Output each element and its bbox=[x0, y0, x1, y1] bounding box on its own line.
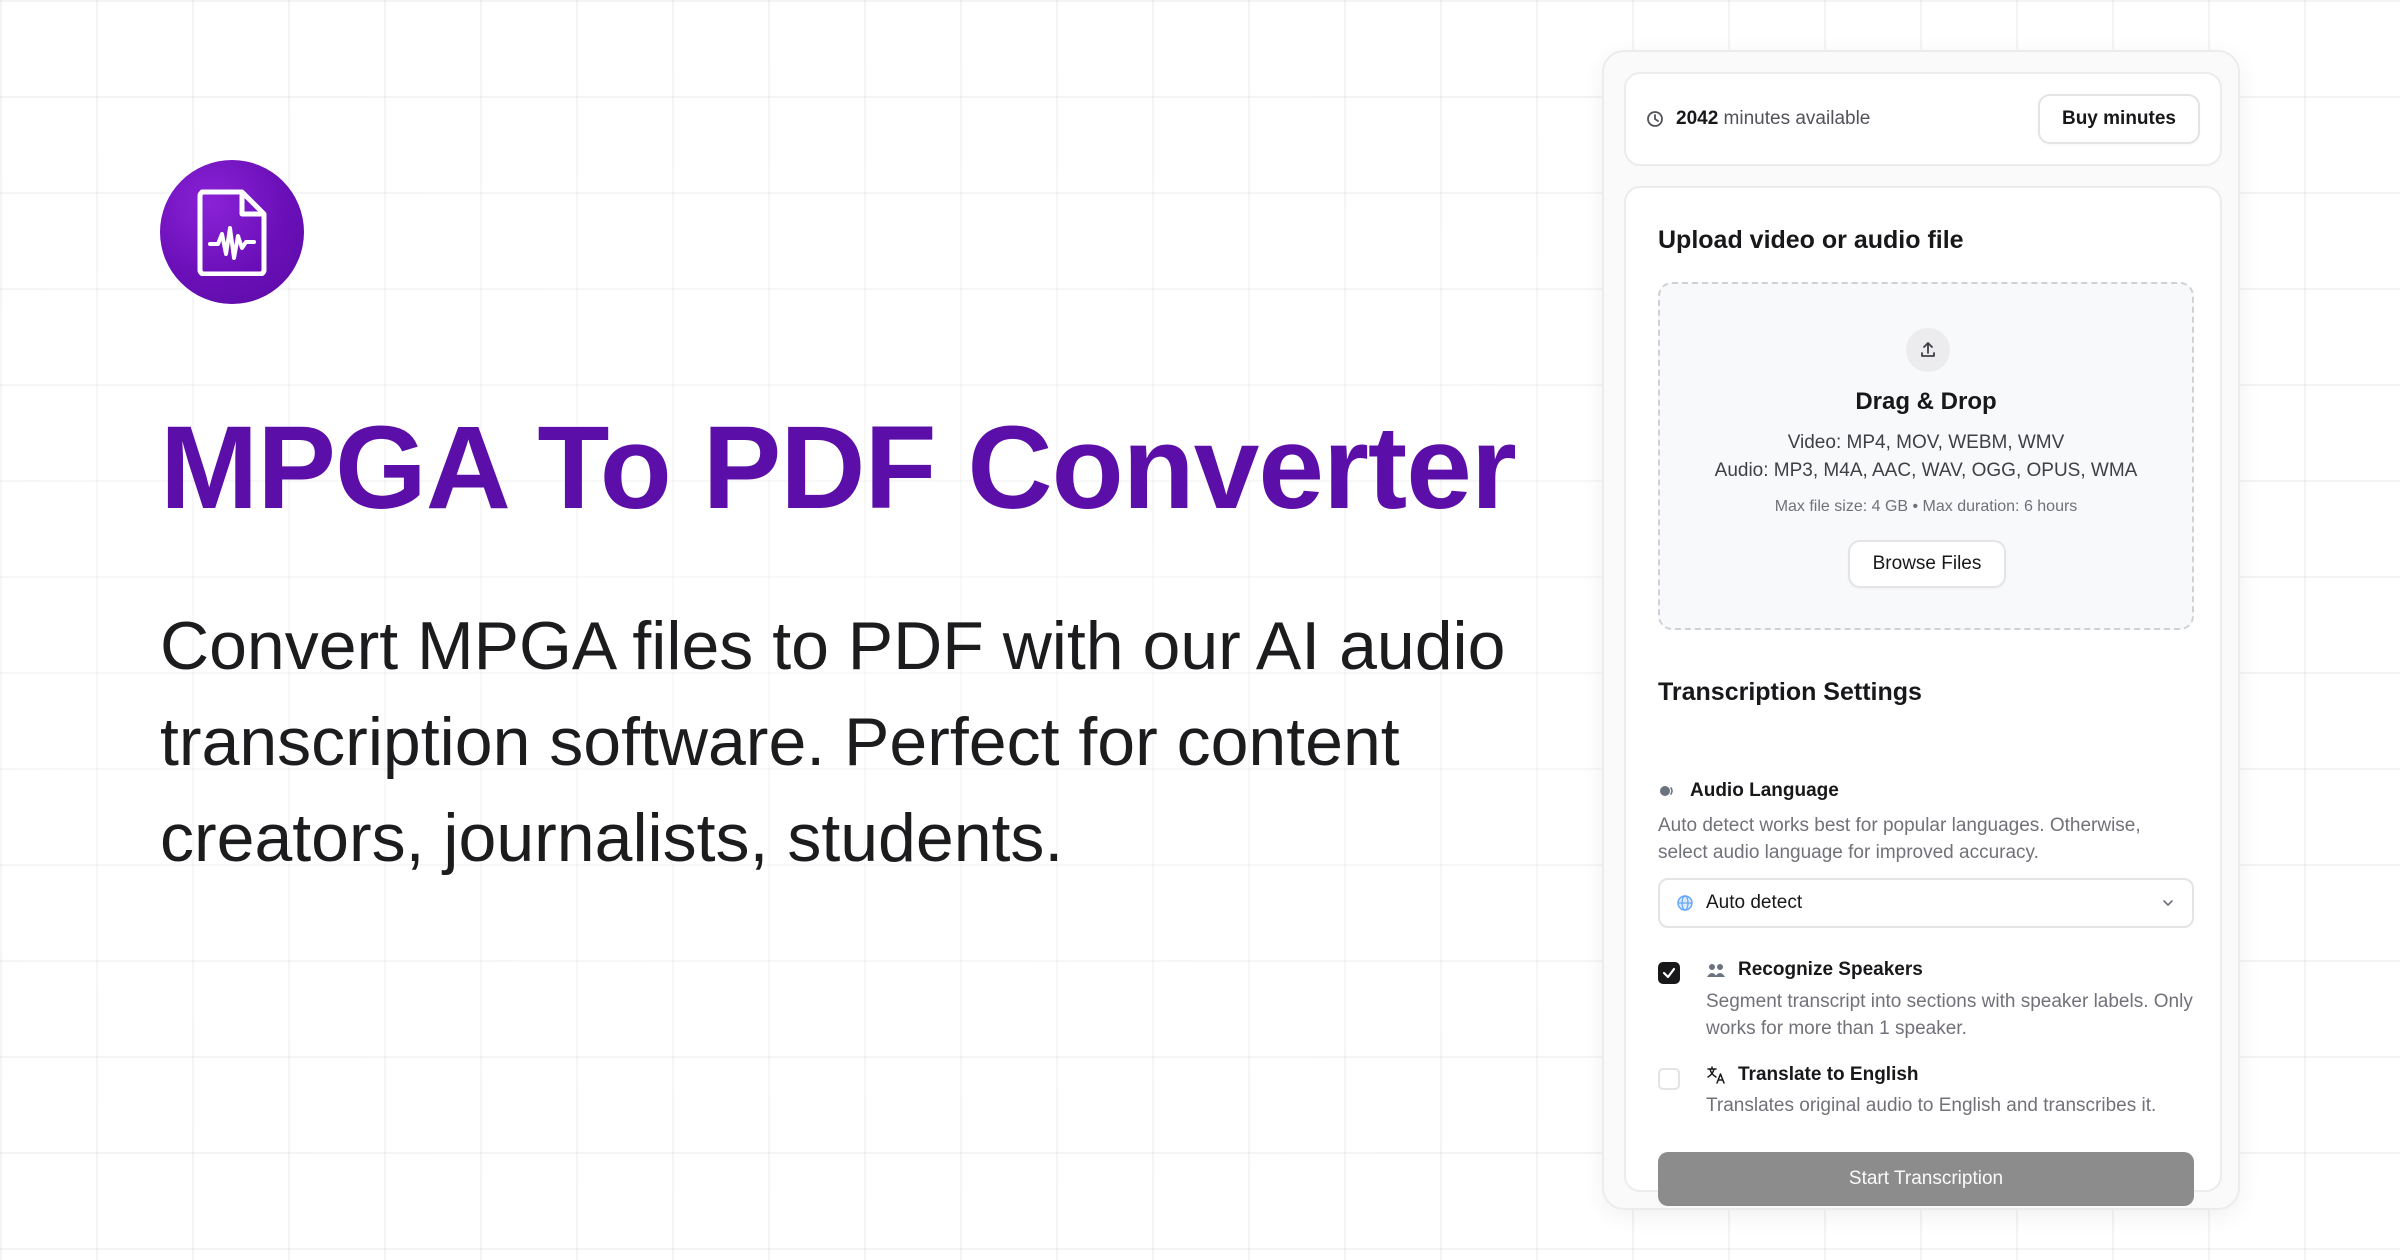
globe-icon bbox=[1677, 895, 1693, 911]
minutes-bar: 2042 minutes available Buy minutes bbox=[1624, 72, 2222, 166]
check-icon bbox=[1662, 967, 1676, 979]
people-icon bbox=[1707, 964, 1725, 977]
recognize-speakers-checkbox[interactable] bbox=[1658, 962, 1680, 984]
upload-title: Upload video or audio file bbox=[1658, 226, 1964, 254]
video-formats: Video: MP4, MOV, WEBM, WMV bbox=[1787, 432, 2065, 453]
translate-english-checkbox[interactable] bbox=[1658, 1068, 1680, 1090]
language-select-value: Auto detect bbox=[1706, 892, 1803, 913]
audio-file-icon bbox=[197, 189, 267, 276]
page-description: Convert MPGA files to PDF with our AI au… bbox=[160, 608, 1506, 876]
upload-icon bbox=[1921, 342, 1935, 357]
settings-title: Transcription Settings bbox=[1658, 678, 1922, 706]
chevron-down-icon bbox=[2163, 900, 2173, 906]
upload-icon-wrap bbox=[1906, 328, 1950, 372]
buy-minutes-button[interactable]: Buy minutes bbox=[2037, 94, 2200, 144]
speaking-head-icon bbox=[1660, 786, 1673, 796]
minutes-available: 2042 minutes available bbox=[1646, 108, 1870, 130]
clock-icon bbox=[1647, 111, 1663, 127]
minutes-count: 2042 bbox=[1676, 108, 1719, 129]
upload-limits: Max file size: 4 GB • Max duration: 6 ho… bbox=[1774, 498, 2078, 515]
audio-language-label: Audio Language bbox=[1658, 780, 1839, 802]
browse-files-button[interactable]: Browse Files bbox=[1848, 540, 2006, 588]
audio-language-help: Auto detect works best for popular langu… bbox=[1658, 815, 2141, 863]
audio-formats: Audio: MP3, M4A, AAC, WAV, OGG, OPUS, WM… bbox=[1714, 460, 2138, 481]
translate-english-text: Translate to English bbox=[1738, 1064, 1919, 1085]
recognize-speakers-label: Recognize Speakers bbox=[1706, 959, 1923, 981]
minutes-suffix: minutes available bbox=[1718, 108, 1871, 129]
language-select[interactable]: Auto detect bbox=[1658, 878, 2194, 928]
drop-title: Drag & Drop bbox=[1855, 388, 1997, 415]
page-title: MPGA To PDF Converter bbox=[160, 402, 1517, 534]
start-transcription-button[interactable]: Start Transcription bbox=[1658, 1152, 2194, 1206]
transcription-panel: 2042 minutes available Buy minutes Uploa… bbox=[1602, 50, 2240, 1210]
audio-language-text: Audio Language bbox=[1690, 780, 1839, 801]
translate-english-label: Translate to English bbox=[1706, 1064, 1919, 1086]
recognize-speakers-text: Recognize Speakers bbox=[1738, 959, 1923, 980]
translate-english-help: Translates original audio to English and… bbox=[1706, 1095, 2157, 1116]
app-logo bbox=[160, 160, 304, 304]
drop-zone[interactable]: Drag & Drop Video: MP4, MOV, WEBM, WMV A… bbox=[1658, 282, 2194, 630]
translate-icon bbox=[1707, 1066, 1725, 1084]
recognize-speakers-help: Segment transcript into sections with sp… bbox=[1706, 991, 2193, 1039]
upload-card: Upload video or audio file Drag & Drop V… bbox=[1624, 186, 2222, 1206]
